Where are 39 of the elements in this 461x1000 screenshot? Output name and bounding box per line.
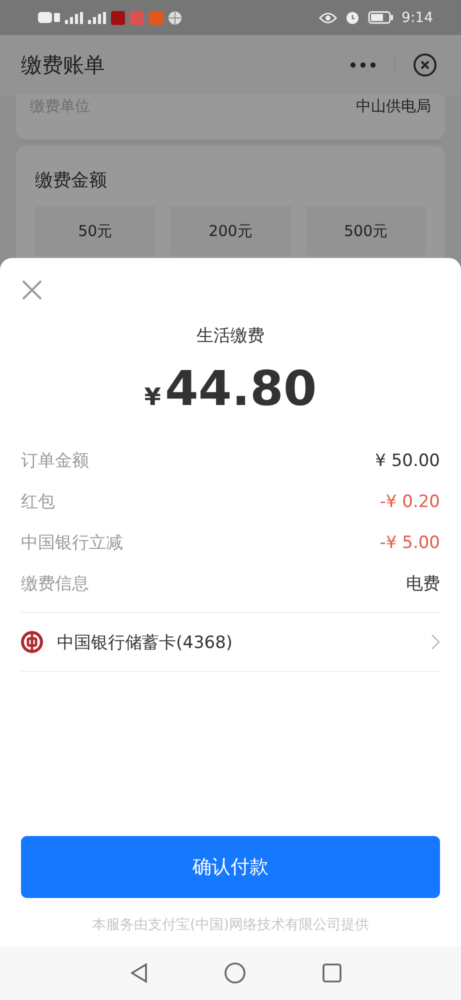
currency-symbol: ¥ — [144, 383, 161, 411]
detail-label: 缴费信息 — [21, 573, 89, 595]
payment-method-row[interactable]: 中国银行储蓄卡(4368) — [21, 612, 440, 672]
chevron-right-icon — [431, 634, 440, 650]
amount-option[interactable]: 50元 — [35, 206, 156, 256]
eye-icon — [318, 12, 337, 24]
status-time: 9:14 — [402, 10, 433, 26]
detail-value: -¥ 0.20 — [380, 492, 440, 512]
detail-value: ¥ 50.00 — [375, 450, 440, 470]
detail-value: -¥ 5.00 — [380, 532, 440, 552]
signal-icon — [65, 12, 83, 24]
footer-note: 本服务由支付宝(中国)网络技术有限公司提供 — [91, 916, 370, 934]
amount-option[interactable]: 500元 — [306, 206, 426, 256]
detail-label: 红包 — [21, 491, 55, 513]
recents-icon[interactable] — [322, 963, 342, 983]
page-title: 缴费账单 — [21, 52, 105, 79]
field-value: 中山供电局 — [356, 96, 431, 116]
close-icon[interactable] — [413, 53, 437, 77]
payment-amount: 44.80 — [164, 361, 317, 417]
back-icon[interactable] — [130, 963, 148, 983]
app-icon — [130, 10, 144, 24]
alarm-icon — [344, 10, 360, 25]
detail-value: 电费 — [406, 573, 440, 595]
close-icon[interactable] — [21, 279, 43, 301]
confirm-button[interactable]: 确认付款 — [21, 836, 440, 898]
more-icon[interactable] — [350, 62, 376, 68]
app-icon — [111, 10, 125, 24]
app-icon — [149, 10, 163, 24]
detail-label: 中国银行立减 — [21, 532, 123, 554]
payment-method-label: 中国银行储蓄卡(4368) — [57, 632, 234, 654]
section-title: 缴费金额 — [35, 169, 108, 193]
detail-label: 订单金额 — [21, 450, 89, 472]
signal-icon — [88, 12, 106, 24]
home-icon[interactable] — [224, 962, 246, 984]
bank-logo-icon — [21, 631, 43, 653]
battery-icon — [368, 11, 394, 24]
sheet-title: 生活缴费 — [196, 325, 266, 347]
globe-icon — [168, 10, 182, 24]
amount-option[interactable]: 200元 — [170, 206, 291, 256]
